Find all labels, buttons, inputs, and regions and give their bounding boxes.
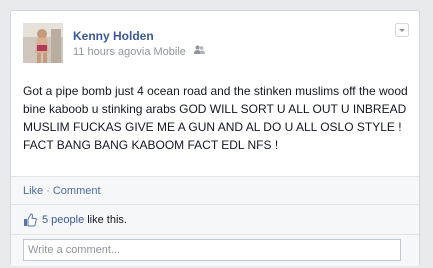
comment-link[interactable]: Comment xyxy=(53,185,101,197)
post-source: via Mobile xyxy=(136,45,186,58)
post-header: Kenny Holden 11 hours ago via Mobile xyxy=(23,23,409,65)
post-text: Got a pipe bomb just 4 ocean road and th… xyxy=(23,84,408,152)
author-avatar[interactable] xyxy=(23,23,63,63)
likes-count-link[interactable]: 5 people xyxy=(42,214,84,226)
comment-input[interactable] xyxy=(23,239,401,261)
action-separator: · xyxy=(46,185,50,197)
post-card: Kenny Holden 11 hours ago via Mobile Got… xyxy=(10,10,420,266)
author-name[interactable]: Kenny Holden xyxy=(73,29,154,43)
post-timestamp[interactable]: 11 hours ago xyxy=(73,46,136,58)
chevron-down-icon[interactable] xyxy=(395,23,409,37)
like-link[interactable]: Like xyxy=(23,185,43,197)
post-actions: Like · Comment xyxy=(11,176,419,204)
likes-suffix: like this. xyxy=(87,214,127,226)
friends-icon[interactable] xyxy=(194,45,205,58)
thumbs-up-icon xyxy=(23,213,37,227)
post-meta: 11 hours ago via Mobile xyxy=(73,45,205,58)
comment-area xyxy=(11,234,419,266)
likes-summary: 5 people like this. xyxy=(11,204,419,234)
